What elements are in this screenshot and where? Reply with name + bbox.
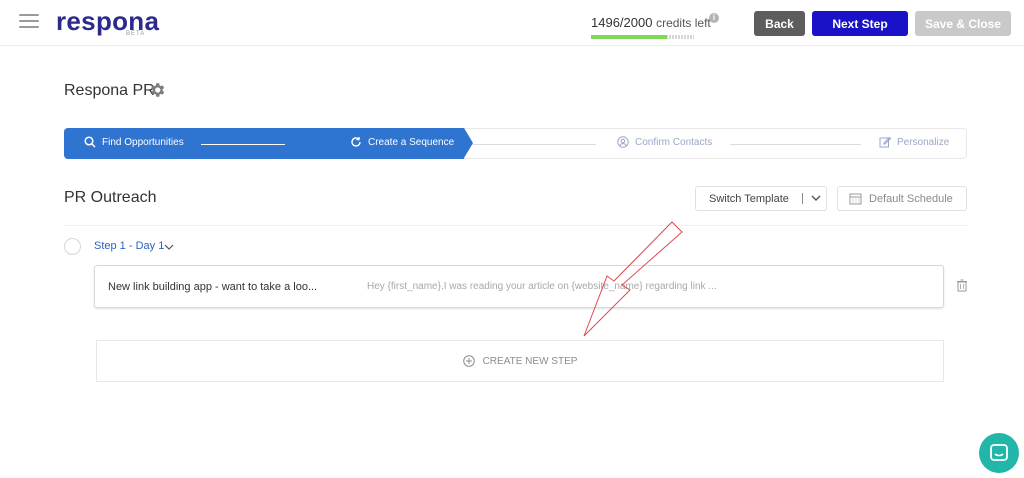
section-divider <box>64 225 967 226</box>
stepper-progress-arrow <box>464 128 473 158</box>
gear-icon[interactable] <box>148 81 166 99</box>
annotation-arrow <box>583 221 683 337</box>
chat-icon <box>990 444 1008 461</box>
dropdown-separator <box>802 193 803 204</box>
page: respona BETA 1496/2000 credits left i Ba… <box>0 0 1024 478</box>
step-find-opportunities[interactable]: Find Opportunities <box>84 136 184 148</box>
default-schedule-label: Default Schedule <box>869 192 953 205</box>
step-connector <box>473 144 596 145</box>
user-circle-icon <box>617 136 629 148</box>
credits-value: 1496/2000 <box>591 15 653 30</box>
chat-widget-button[interactable] <box>979 433 1019 473</box>
sequence-title: PR Outreach <box>64 189 157 206</box>
step-confirm-contacts[interactable]: Confirm Contacts <box>617 136 712 148</box>
credits-progress-bar <box>591 35 694 39</box>
next-step-button[interactable]: Next Step <box>812 11 908 36</box>
step-label: Confirm Contacts <box>635 136 713 148</box>
step-connector <box>730 144 861 145</box>
credits-counter: 1496/2000 credits left <box>591 15 711 30</box>
step-select-radio[interactable] <box>64 238 81 255</box>
step-label: Personalize <box>897 136 950 148</box>
save-close-button[interactable]: Save & Close <box>915 11 1011 36</box>
refresh-icon <box>351 137 361 147</box>
calendar-icon <box>849 193 862 205</box>
create-new-step-button[interactable]: CREATE NEW STEP <box>96 340 944 382</box>
edit-icon <box>879 136 891 148</box>
sequence-step-label[interactable]: Step 1 - Day 1 <box>94 240 164 252</box>
back-button[interactable]: Back <box>754 11 805 36</box>
wizard-stepper: Find Opportunities Create a Sequence Con… <box>64 128 967 159</box>
search-icon <box>84 136 96 148</box>
credits-progress-fill <box>591 35 668 39</box>
page-title: Respona PR <box>64 82 155 99</box>
top-bar: respona BETA 1496/2000 credits left i Ba… <box>0 0 1024 46</box>
step-create-sequence[interactable]: Create a Sequence <box>350 136 454 148</box>
credits-suffix: credits left <box>656 16 711 30</box>
menu-icon[interactable] <box>19 14 39 30</box>
step-personalize[interactable]: Personalize <box>879 136 949 148</box>
switch-template-label: Switch Template <box>709 192 789 205</box>
email-subject: New link building app - want to take a l… <box>108 281 318 293</box>
chevron-down-icon[interactable] <box>164 242 174 252</box>
default-schedule-button[interactable]: Default Schedule <box>837 186 967 211</box>
step-label: Create a Sequence <box>368 136 455 148</box>
step-connector <box>201 144 285 145</box>
info-icon[interactable]: i <box>709 13 719 23</box>
plus-circle-icon <box>462 355 475 367</box>
beta-badge: BETA <box>126 31 146 37</box>
switch-template-dropdown[interactable]: Switch Template <box>695 186 827 211</box>
chevron-down-icon <box>811 195 821 201</box>
email-step-card[interactable]: New link building app - want to take a l… <box>94 265 944 308</box>
create-new-step-label: CREATE NEW STEP <box>482 355 578 367</box>
step-label: Find Opportunities <box>102 136 184 148</box>
email-preview: Hey {first_name},I was reading your arti… <box>367 281 717 292</box>
trash-icon[interactable] <box>956 279 968 292</box>
